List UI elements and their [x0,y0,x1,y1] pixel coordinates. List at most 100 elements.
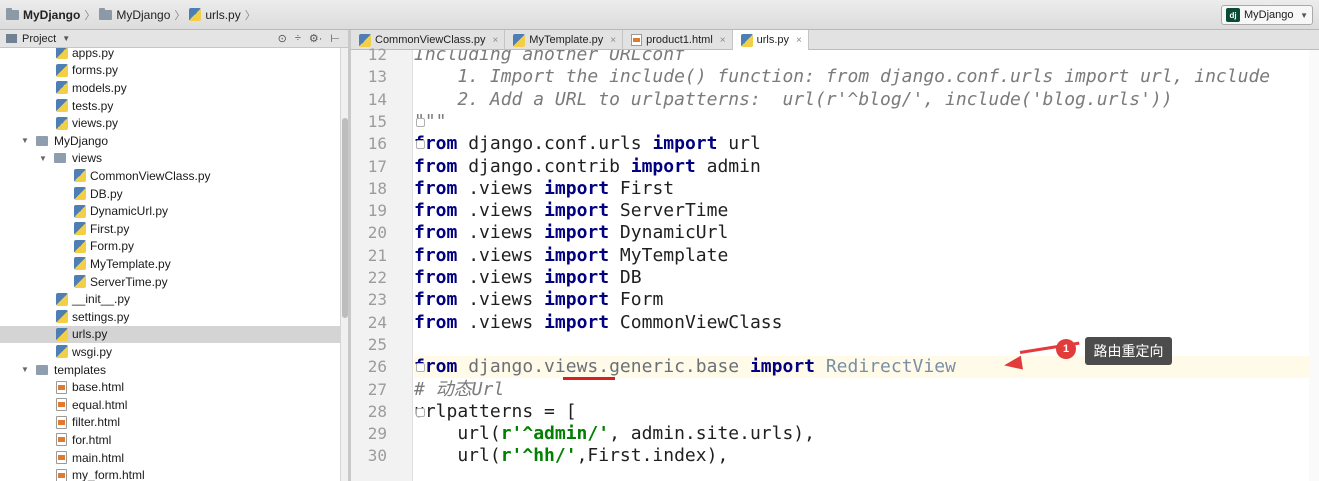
tree-item[interactable]: equal.html [0,396,340,414]
editor-scrollbar[interactable] [1309,50,1319,481]
code-token: .views [457,311,545,333]
tree-item-label: for.html [72,432,112,447]
code-token: django.contrib [457,155,631,177]
run-configuration-select[interactable]: dj MyDjango ▼ [1221,5,1313,25]
code-editor[interactable]: Including another URLconf 1. Import the … [414,50,1319,481]
close-icon[interactable]: × [720,35,726,46]
code-token: .views [457,267,545,288]
run-configuration-label: MyDjango [1244,9,1294,21]
code-token: RedirectView [825,356,956,378]
locate-icon[interactable]: ⊙ [278,32,287,45]
python-file-icon [74,187,86,201]
code-token: from [414,222,458,244]
code-token: from [414,200,458,222]
line-number: 16 [367,134,387,154]
code-token: .views [457,289,545,311]
line-number: 14 [367,89,387,109]
python-file-icon [56,81,68,95]
editor-tab[interactable]: urls.py × [732,30,809,50]
html-file-icon [631,34,643,46]
tree-item[interactable]: DB.py [0,185,340,203]
tree-item-label: filter.html [72,415,121,430]
project-panel-title[interactable]: Project [22,33,56,45]
chevron-down-icon[interactable]: ▼ [62,34,70,43]
tree-item[interactable]: DynamicUrl.py [0,202,340,220]
tree-item[interactable]: Form.py [0,238,340,256]
tree-item-label: ServerTime.py [90,274,168,289]
code-line: Including another URLconf [414,50,685,66]
python-file-icon [74,204,86,218]
editor-tab-label: MyTemplate.py [529,34,604,46]
close-icon[interactable]: × [492,35,498,46]
html-file-icon [56,398,67,412]
tree-item[interactable]: my_form.html [0,466,340,481]
code-token: url( [414,423,501,445]
gear-icon[interactable]: ⚙· [309,32,323,45]
tree-item[interactable]: main.html [0,449,340,467]
python-file-icon [74,239,86,253]
tree-item-label: Form.py [90,239,135,254]
breadcrumb-folder[interactable]: MyDjango [99,7,170,22]
tree-item-label: MyTemplate.py [90,256,171,271]
hide-icon[interactable]: ⊢ [330,32,340,45]
editor-tabs: CommonViewClass.py × MyTemplate.py × product… [351,30,1319,50]
tree-item-label: First.py [90,221,130,236]
tree-item[interactable]: forms.py [0,62,340,80]
line-number: 29 [367,424,387,444]
tree-item-label: urls.py [72,327,108,342]
tree-item[interactable]: __init__.py [0,290,340,308]
close-icon[interactable]: × [796,35,802,46]
tree-item[interactable]: First.py [0,220,340,238]
tree-item[interactable]: ▼ MyDjango [0,132,340,150]
breadcrumb-project[interactable]: MyDjango [6,7,81,22]
code-line: 1. Import the include() function: from d… [414,66,1270,88]
tree-item[interactable]: wsgi.py [0,343,340,361]
tree-item[interactable]: ServerTime.py [0,273,340,291]
expand-arrow-icon[interactable]: ▼ [20,136,30,145]
project-scrollbar[interactable] [340,48,348,481]
fold-marker-icon[interactable] [416,117,425,127]
tree-item[interactable]: ▼ templates [0,361,340,379]
html-file-icon [56,451,67,465]
line-number: 13 [367,67,387,87]
code-line: from .views import First [414,178,674,200]
line-number: 17 [367,156,387,176]
tree-item[interactable]: CommonViewClass.py [0,167,340,185]
tree-item[interactable]: urls.py [0,325,340,344]
html-file-icon [56,468,67,481]
editor-tab[interactable]: product1.html × [623,30,733,50]
tree-item[interactable]: base.html [0,378,340,396]
tree-item[interactable]: models.py [0,79,340,97]
line-number: 19 [367,201,387,221]
navigation-bar: MyDjango 〉 MyDjango 〉 urls.py 〉 dj MyDja… [0,0,1319,30]
code-token: Form [609,289,664,311]
python-file-icon [56,116,68,130]
tree-item[interactable]: ▼ views [0,150,340,168]
tree-item[interactable]: views.py [0,114,340,132]
code-token: django.conf.urls [457,133,653,155]
tree-item[interactable]: MyTemplate.py [0,255,340,273]
tree-item[interactable]: for.html [0,431,340,449]
fold-marker-icon[interactable] [416,140,425,150]
code-token: import [544,311,610,333]
breadcrumb-project-label: MyDjango [23,7,81,22]
fold-marker-icon[interactable] [416,407,425,417]
line-number: 24 [367,312,387,332]
tree-item[interactable]: apps.py [0,48,340,62]
expand-arrow-icon[interactable]: ▼ [38,154,48,163]
breadcrumb-file[interactable]: urls.py [189,8,241,22]
close-icon[interactable]: × [610,35,616,46]
fold-marker-icon[interactable] [416,363,425,373]
tree-item[interactable]: tests.py [0,97,340,115]
tree-item[interactable]: settings.py [0,308,340,326]
editor-tab[interactable]: MyTemplate.py × [505,30,624,50]
annotation-callout: 路由重定向 [1085,337,1172,365]
tree-item-label: base.html [72,380,125,395]
tree-item[interactable]: filter.html [0,414,340,432]
line-number: 25 [367,334,387,354]
chevron-right-icon: 〉 [174,9,186,22]
project-panel-toolbar: ⊙ ÷ ⚙· ⊢ [278,32,348,45]
expand-arrow-icon[interactable]: ▼ [20,365,30,374]
collapse-icon[interactable]: ÷ [295,32,301,45]
line-number: 18 [367,178,387,198]
